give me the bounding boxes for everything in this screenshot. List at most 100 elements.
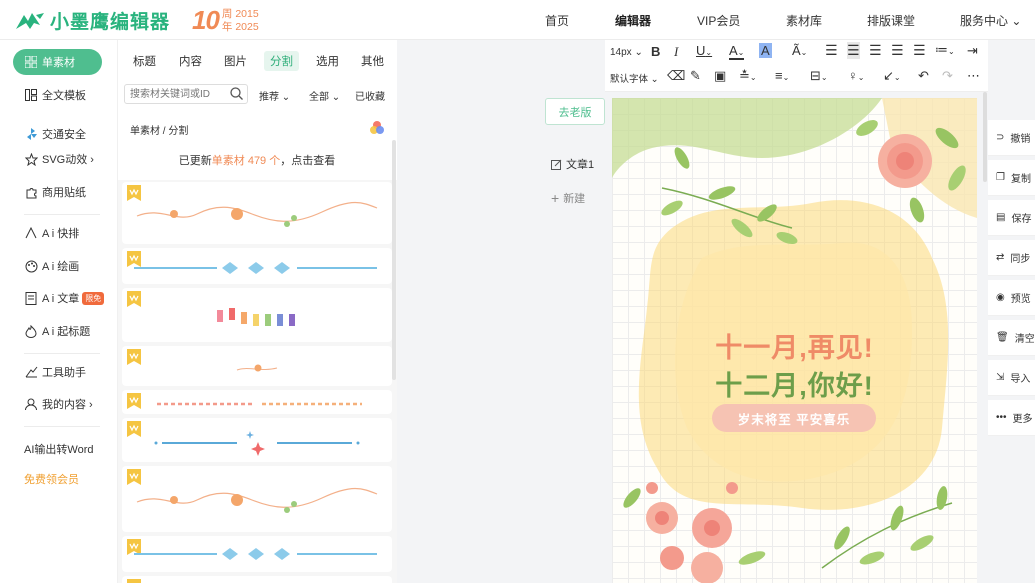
clear-button[interactable]: 🗑 清空 <box>988 320 1035 356</box>
more-button[interactable]: ••• 更多 <box>988 400 1035 436</box>
floral-divider-graphic <box>136 487 378 513</box>
material-card[interactable] <box>122 248 392 284</box>
justify-icon[interactable]: ☰ <box>891 42 904 59</box>
sidebar-divider <box>24 426 100 427</box>
format-brush-icon[interactable]: ✎ <box>690 68 701 84</box>
tab-content[interactable]: 内容 <box>179 53 202 69</box>
nav-service[interactable]: 服务中心 ⌄ <box>960 12 1021 29</box>
clear-format-icon[interactable]: Ã⌄ <box>792 43 807 58</box>
indent-icon[interactable]: ☰ <box>913 42 926 59</box>
sidebar-item-svg[interactable]: SVG动效 › <box>24 151 94 167</box>
tab-divider[interactable]: 分割 <box>264 51 299 71</box>
bold-icon[interactable]: B <box>651 44 660 59</box>
anniversary-number: 10 <box>192 5 220 35</box>
font-size-select[interactable]: 14px ⌄ <box>610 47 643 58</box>
filter-favorites[interactable]: 已收藏 <box>355 88 385 103</box>
material-card[interactable] <box>122 466 392 532</box>
doc-item-article1[interactable]: 文章1 <box>545 156 605 172</box>
exit-icon[interactable]: ⇥ <box>967 43 978 59</box>
underline-icon[interactable]: U⌄ <box>696 43 712 58</box>
old-version-button[interactable]: 去老版 <box>545 98 605 125</box>
redo-icon[interactable]: ↷ <box>942 68 953 84</box>
font-color-icon[interactable]: A⌄ <box>729 43 745 60</box>
sidebar-item-label: A i 起标题 <box>42 326 91 338</box>
nav-editor[interactable]: 编辑器 <box>615 12 651 29</box>
article-subtitle-pill[interactable]: 岁末将至 平安喜乐 <box>712 404 876 432</box>
highlight-icon[interactable]: A <box>759 43 772 58</box>
logo[interactable]: 小墨鹰编辑器 <box>14 7 170 34</box>
nav-home[interactable]: 首页 <box>545 12 569 29</box>
margin-icon[interactable]: ⊟⌄ <box>810 68 828 84</box>
material-card[interactable] <box>122 390 392 414</box>
nav-vip[interactable]: VIP会员 <box>697 12 740 29</box>
image-icon[interactable]: ▣ <box>714 68 726 84</box>
material-card[interactable] <box>122 288 392 342</box>
sidebar-item-ai-word[interactable]: AI输出转Word <box>24 441 93 457</box>
import-icon: ⇲ <box>996 372 1005 383</box>
preview-button[interactable]: ◉ 预览 <box>988 280 1035 316</box>
nav-materials[interactable]: 素材库 <box>786 12 822 29</box>
nav-course[interactable]: 排版课堂 <box>867 12 915 29</box>
tab-title[interactable]: 标题 <box>133 53 156 69</box>
align-right-icon[interactable]: ☰ <box>869 42 882 59</box>
undo-button[interactable]: ⊃ 撤销 <box>988 120 1035 156</box>
panel-scrollbar[interactable] <box>392 140 396 380</box>
sidebar-item-stickers[interactable]: 商用贴纸 <box>24 184 86 200</box>
spacing-icon[interactable]: ≡⌄ <box>775 68 789 83</box>
sidebar-item-single-material[interactable]: 单素材 <box>13 49 102 75</box>
eagle-logo-icon <box>16 12 44 29</box>
filter-all[interactable]: 全部 ⌄ <box>309 88 340 103</box>
material-card[interactable] <box>122 346 392 386</box>
more-icon[interactable]: ⋯ <box>967 68 980 84</box>
sidebar-item-ai-article[interactable]: A i 文章 限免 <box>24 290 105 306</box>
top-bar: 小墨鹰编辑器 10 周 2015 年 2025 首页 编辑器 VIP会员 素材库… <box>0 0 1035 40</box>
sidebar-item-ai-headline[interactable]: A i 起标题 <box>24 323 90 339</box>
ai-slash-icon <box>24 226 38 240</box>
tab-image[interactable]: 图片 <box>224 53 247 69</box>
sidebar-item-ai-paint[interactable]: A i 绘画 <box>24 258 79 274</box>
search-icon[interactable] <box>230 87 243 100</box>
undo-icon[interactable]: ↶ <box>918 68 929 84</box>
eraser-icon[interactable]: ⌫ <box>667 68 685 84</box>
puzzle-icon <box>24 185 38 199</box>
sidebar-item-label: 单素材 <box>42 57 75 69</box>
more-icon: ••• <box>996 412 1007 423</box>
update-notice[interactable]: 已更新 单素材 479 个，点击查看 <box>122 141 392 179</box>
import-button[interactable]: ⇲ 导入 <box>988 360 1035 396</box>
lightbulb-icon[interactable]: ♀⌄ <box>848 68 864 83</box>
sidebar-item-my-content[interactable]: 我的内容 › <box>24 396 93 412</box>
sidebar-item-ai-layout[interactable]: A i 快排 <box>24 225 79 241</box>
material-card[interactable] <box>122 576 392 583</box>
copy-button[interactable]: ❐ 复制 <box>988 160 1035 196</box>
font-family-select[interactable]: 默认字体 ⌄ <box>610 71 659 85</box>
italic-icon[interactable]: I <box>674 44 678 60</box>
tab-selected[interactable]: 选用 <box>316 53 339 69</box>
material-card[interactable] <box>122 418 392 462</box>
editor-scrollbar[interactable] <box>983 92 987 182</box>
sidebar-item-free-vip[interactable]: 免费领会员 <box>24 471 79 487</box>
anniversary-line2: 年 2025 <box>221 20 259 33</box>
save-button[interactable]: ▤ 保存 <box>988 200 1035 236</box>
arrow-icon[interactable]: ↙⌄ <box>883 68 901 84</box>
article-title-2[interactable]: 十二月,你好! <box>612 364 977 403</box>
list-icon[interactable]: ≔⌄ <box>935 42 955 58</box>
diamond-divider-graphic <box>134 548 377 560</box>
sidebar-item-tools[interactable]: 工具助手 <box>24 364 86 380</box>
article-title-1[interactable]: 十一月,再见! <box>612 326 977 365</box>
sidebar-item-templates[interactable]: 全文模板 <box>24 87 86 103</box>
new-doc-button[interactable]: + 新建 <box>545 190 605 206</box>
filter-recommend[interactable]: 推荐 ⌄ <box>259 88 290 103</box>
sidebar-item-label: A i 绘画 <box>42 261 80 273</box>
color-picker-icon[interactable] <box>369 120 385 136</box>
align-left-icon[interactable]: ☰ <box>825 42 838 59</box>
material-card[interactable] <box>122 536 392 572</box>
line-height-icon[interactable]: ≛⌄ <box>739 68 757 84</box>
dashed-divider-graphic <box>157 402 362 406</box>
sidebar-item-traffic[interactable]: 交通安全 <box>24 126 86 142</box>
sync-button[interactable]: ⇄ 同步 <box>988 240 1035 276</box>
material-card[interactable] <box>122 182 392 244</box>
sidebar-item-label: 全文模板 <box>42 90 86 102</box>
article-editor[interactable]: 十一月,再见! 十二月,你好! 岁末将至 平安喜乐 <box>612 98 977 583</box>
tab-other[interactable]: 其他 <box>361 53 384 69</box>
align-center-icon[interactable]: ☰ <box>847 42 860 59</box>
